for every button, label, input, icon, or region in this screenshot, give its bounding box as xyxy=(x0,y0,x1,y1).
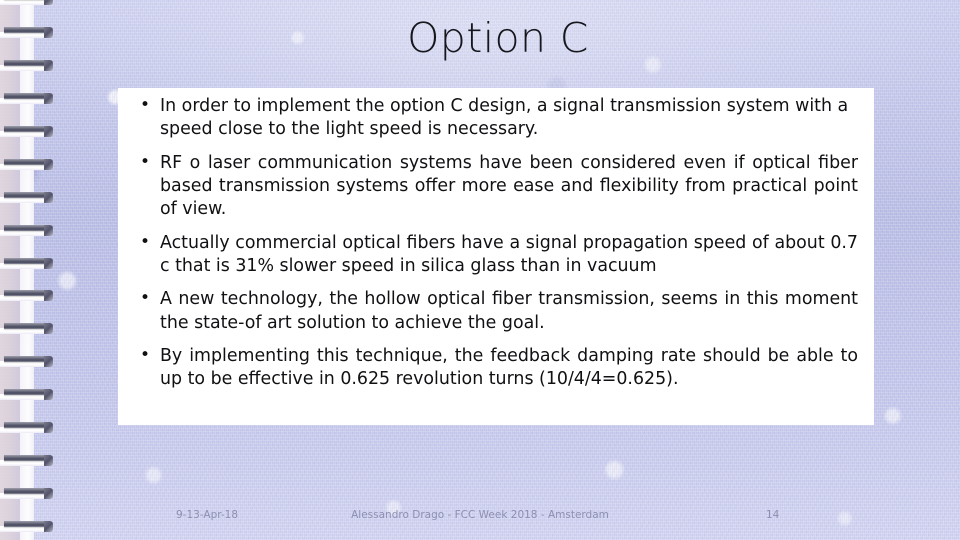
binding-ring xyxy=(0,290,56,301)
binding-ring-wire-tip xyxy=(44,488,53,499)
footer-presentation-info: Alessandro Drago - FCC Week 2018 - Amste… xyxy=(351,509,609,521)
binding-ring-wire-tip xyxy=(44,389,53,400)
binding-ring-wire-tip xyxy=(44,192,53,203)
binding-ring-wire-tip xyxy=(44,455,53,466)
binding-ring-wire-tip xyxy=(44,356,53,367)
binding-ring-wire-tip xyxy=(44,60,53,71)
list-item: Actually commercial optical fibers have … xyxy=(134,231,858,279)
binding-ring xyxy=(0,225,56,236)
binding-ring-wire-tip xyxy=(44,290,53,301)
binding-ring xyxy=(0,126,56,137)
binding-ring-wire-tip xyxy=(44,126,53,137)
binding-ring xyxy=(0,27,56,38)
binding-ring-wire-tip xyxy=(44,422,53,433)
list-item: In order to implement the option C desig… xyxy=(134,94,858,142)
binding-ring xyxy=(0,422,56,433)
binding-ring-wire-tip xyxy=(44,93,53,104)
list-item: RF o laser communication systems have be… xyxy=(134,151,858,222)
binding-ring-wire-tip xyxy=(44,0,53,5)
binding-ring-wire-tip xyxy=(44,323,53,334)
binding-ring xyxy=(0,192,56,203)
binding-ring xyxy=(0,389,56,400)
binding-ring xyxy=(0,323,56,334)
slide-canvas: Option C In order to implement the optio… xyxy=(0,0,960,540)
binding-ring xyxy=(0,0,56,5)
bullet-list: In order to implement the option C desig… xyxy=(134,94,858,392)
footer-page-number: 14 xyxy=(766,509,780,521)
binding-ring-wire-tip xyxy=(44,27,53,38)
binding-ring xyxy=(0,60,56,71)
binding-ring-wire-tip xyxy=(44,258,53,269)
binding-ring xyxy=(0,93,56,104)
binding-ring xyxy=(0,159,56,170)
spiral-binding-icon xyxy=(0,0,58,540)
content-card: In order to implement the option C desig… xyxy=(118,88,874,425)
binding-ring xyxy=(0,258,56,269)
list-item: By implementing this technique, the feed… xyxy=(134,344,858,392)
binding-ring-wire-tip xyxy=(44,225,53,236)
binding-ring xyxy=(0,455,56,466)
slide-footer: 9-13-Apr-18 Alessandro Drago - FCC Week … xyxy=(0,505,960,529)
binding-ring-hole xyxy=(0,0,50,5)
page-title: Option C xyxy=(407,14,589,62)
binding-ring xyxy=(0,356,56,367)
binding-rings xyxy=(0,0,58,540)
binding-ring xyxy=(0,488,56,499)
binding-ring-wire-tip xyxy=(44,159,53,170)
list-item: A new technology, the hollow optical fib… xyxy=(134,287,858,335)
